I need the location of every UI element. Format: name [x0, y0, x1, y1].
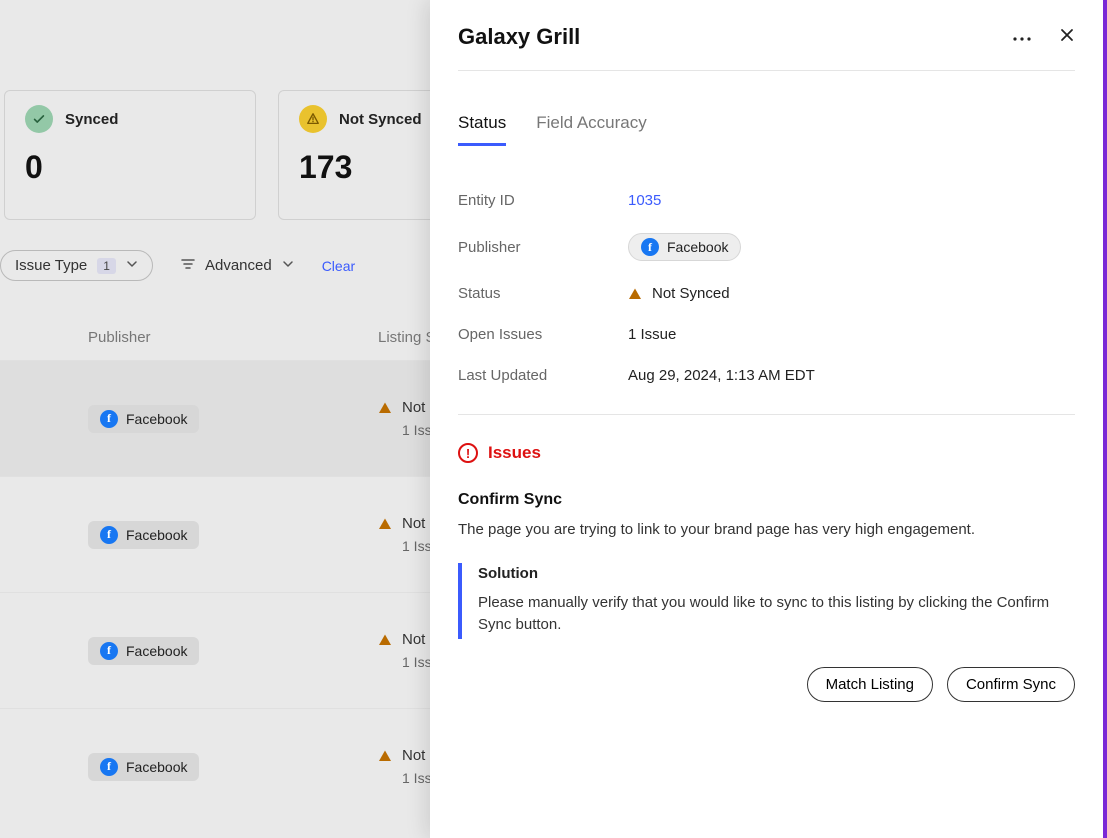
tab-status[interactable]: Status — [458, 113, 506, 146]
col-header-publisher: Publisher — [88, 329, 378, 346]
value-last-updated: Aug 29, 2024, 1:13 AM EDT — [628, 367, 815, 384]
check-icon — [25, 105, 53, 133]
publisher-name: Facebook — [126, 643, 187, 659]
filter-advanced-label: Advanced — [205, 257, 272, 274]
warning-icon — [378, 749, 392, 763]
publisher-name: Facebook — [126, 411, 187, 427]
value-open-issues: 1 Issue — [628, 326, 676, 343]
warning-icon — [378, 401, 392, 415]
warning-icon — [378, 517, 392, 531]
card-synced-value: 0 — [25, 149, 235, 186]
filter-issue-type[interactable]: Issue Type 1 — [0, 250, 153, 281]
panel-title: Galaxy Grill — [458, 24, 580, 50]
warning-icon — [299, 105, 327, 133]
issues-header-label: Issues — [488, 443, 541, 463]
issue-title: Confirm Sync — [458, 491, 1075, 509]
facebook-icon: f — [641, 238, 659, 256]
publisher-chip: f Facebook — [88, 637, 199, 665]
label-open-issues: Open Issues — [458, 326, 628, 343]
card-synced-label: Synced — [65, 111, 118, 128]
label-entity-id: Entity ID — [458, 192, 628, 209]
tab-field-accuracy[interactable]: Field Accuracy — [536, 113, 647, 146]
filter-issue-type-label: Issue Type — [15, 257, 87, 274]
issues-header: ! Issues — [458, 443, 1075, 463]
publisher-name: Facebook — [126, 759, 187, 775]
chevron-down-icon — [282, 257, 294, 274]
value-status: Not Synced — [652, 285, 730, 302]
divider — [458, 70, 1075, 71]
divider — [458, 414, 1075, 415]
facebook-icon: f — [100, 758, 118, 776]
filter-advanced[interactable]: Advanced — [181, 257, 294, 275]
issue-description: The page you are trying to link to your … — [458, 519, 1075, 541]
publisher-name: Facebook — [126, 527, 187, 543]
solution-label: Solution — [478, 565, 1071, 582]
label-publisher: Publisher — [458, 239, 628, 256]
facebook-icon: f — [100, 642, 118, 660]
filter-clear[interactable]: Clear — [322, 258, 355, 274]
detail-panel: Galaxy Grill Status Field Accuracy Entit… — [430, 0, 1107, 838]
chevron-down-icon — [126, 257, 138, 274]
solution-block: Solution Please manually verify that you… — [458, 563, 1075, 639]
value-entity-id[interactable]: 1035 — [628, 192, 661, 209]
warning-icon — [628, 287, 642, 301]
close-icon[interactable] — [1059, 27, 1075, 48]
filter-issue-type-count: 1 — [97, 258, 116, 274]
card-not-synced-label: Not Synced — [339, 111, 422, 128]
card-synced[interactable]: Synced 0 — [4, 90, 256, 220]
label-last-updated: Last Updated — [458, 367, 628, 384]
publisher-chip: f Facebook — [88, 521, 199, 549]
publisher-chip: f Facebook — [88, 405, 199, 433]
match-listing-button[interactable]: Match Listing — [807, 667, 933, 702]
publisher-chip: f Facebook — [628, 233, 741, 261]
confirm-sync-button[interactable]: Confirm Sync — [947, 667, 1075, 702]
label-status: Status — [458, 285, 628, 302]
facebook-icon: f — [100, 410, 118, 428]
more-icon[interactable] — [1013, 28, 1031, 46]
alert-icon: ! — [458, 443, 478, 463]
warning-icon — [378, 633, 392, 647]
value-publisher: Facebook — [667, 239, 728, 255]
publisher-chip: f Facebook — [88, 753, 199, 781]
filter-icon — [181, 257, 195, 275]
facebook-icon: f — [100, 526, 118, 544]
solution-body: Please manually verify that you would li… — [478, 592, 1071, 637]
